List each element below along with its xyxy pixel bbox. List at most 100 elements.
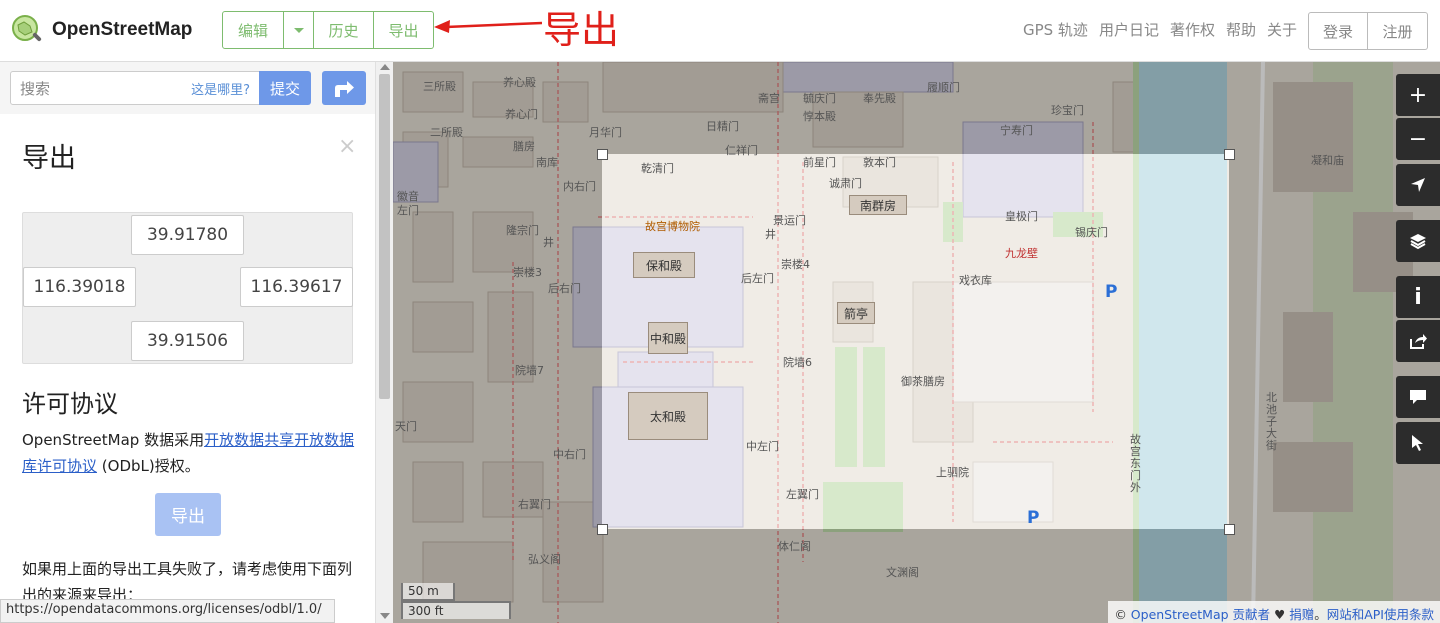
label-qianxingmen: 前星门 xyxy=(803,156,836,169)
east-lon-input[interactable]: 116.39617 xyxy=(240,267,353,307)
label-suoting: 膳房 xyxy=(513,140,535,153)
map-info-button[interactable]: i xyxy=(1396,276,1440,318)
signup-button[interactable]: 注册 xyxy=(1368,12,1428,50)
export-button[interactable]: 导出 xyxy=(155,493,221,536)
export-panel-title: 导出 xyxy=(22,143,76,174)
search-input[interactable]: 搜索 这是哪里? xyxy=(10,71,260,105)
layers-button[interactable] xyxy=(1396,220,1440,262)
hall-nanqun[interactable]: 南群房 xyxy=(849,195,907,215)
north-lat-input[interactable]: 39.91780 xyxy=(131,215,244,255)
terms-link[interactable]: 网站和API使用条款 xyxy=(1327,607,1434,622)
note-icon xyxy=(1410,390,1426,404)
label-zhongyoumen: 中右门 xyxy=(553,448,586,461)
copyright-symbol: © xyxy=(1114,607,1131,622)
secondary-nav: GPS 轨迹 用户日记 著作权 帮助 关于 xyxy=(1023,19,1297,40)
tab-history[interactable]: 历史 xyxy=(314,11,374,49)
label-beichizi: 北池子大街 xyxy=(1266,391,1277,452)
license-prefix: OpenStreetMap 数据采用 xyxy=(22,431,205,449)
where-is-this-link[interactable]: 这是哪里? xyxy=(191,79,250,98)
license-suffix: (ODbL)授权。 xyxy=(97,457,200,475)
label-houyoumen: 后右门 xyxy=(548,282,581,295)
label-zhaigong: 斋宫 xyxy=(758,92,780,105)
selection-handle-nw[interactable] xyxy=(597,149,608,160)
hall-jianting[interactable]: 箭亭 xyxy=(837,302,875,324)
label-jingyunmen: 景运门 xyxy=(773,214,806,227)
donate-link[interactable]: 捐赠 xyxy=(1289,607,1314,622)
selection-handle-se[interactable] xyxy=(1224,524,1235,535)
search-placeholder: 搜索 xyxy=(20,79,51,98)
hall-baohe[interactable]: 保和殿 xyxy=(633,252,695,278)
nav-user-diaries[interactable]: 用户日记 xyxy=(1099,19,1159,40)
label-qianqingmen: 乾清门 xyxy=(641,162,674,175)
status-bar-url: https://opendatacommons.org/licenses/odb… xyxy=(0,599,335,623)
map-canvas[interactable] xyxy=(393,62,1440,623)
sidebar-scrollbar[interactable] xyxy=(375,62,393,623)
attribution-dot: 。 xyxy=(1314,607,1327,622)
annotation-label: 导出 xyxy=(543,8,620,52)
scroll-down-arrow-icon[interactable] xyxy=(380,613,390,619)
directions-button[interactable] xyxy=(322,71,366,105)
tab-edit[interactable]: 编辑 xyxy=(222,11,284,49)
label-houzuomen: 后左门 xyxy=(741,272,774,285)
label-jiulongbi: 九龙壁 xyxy=(1005,247,1038,260)
south-lat-input[interactable]: 39.91506 xyxy=(131,321,244,361)
label-gugongdong: 故宫东门外 xyxy=(1130,433,1141,494)
auth-buttons: 登录 注册 xyxy=(1308,12,1428,50)
scroll-thumb[interactable] xyxy=(379,74,390,399)
locate-button[interactable] xyxy=(1396,164,1440,206)
zoom-in-button[interactable]: + xyxy=(1396,74,1440,116)
label-shangsiyuan: 上驷院 xyxy=(936,466,969,479)
heart-icon: ♥ xyxy=(1270,607,1290,622)
caret-down-icon xyxy=(293,27,304,33)
label-yuchashanfang: 御茶膳房 xyxy=(901,375,945,388)
login-button[interactable]: 登录 xyxy=(1308,12,1368,50)
label-fengxiandian: 奉先殿 xyxy=(863,92,896,105)
label-longzongmen: 隆宗门 xyxy=(506,224,539,237)
label-yuanqiang7: 院墙7 xyxy=(515,364,544,377)
nav-gps-traces[interactable]: GPS 轨迹 xyxy=(1023,19,1088,40)
tab-export[interactable]: 导出 xyxy=(374,11,434,49)
scroll-up-arrow-icon[interactable] xyxy=(380,64,390,70)
label-hongyige: 弘义阁 xyxy=(528,553,561,566)
label-yuehua: 月华门 xyxy=(589,126,622,139)
label-xiyichu: 戏衣库 xyxy=(959,274,992,287)
zoom-out-button[interactable]: − xyxy=(1396,118,1440,160)
add-note-button[interactable] xyxy=(1396,376,1440,418)
scale-metric: 50 m xyxy=(401,583,455,601)
osm-logo-icon xyxy=(12,15,42,42)
label-zhenbaomen: 珍宝门 xyxy=(1051,104,1084,117)
label-rijing: 日精门 xyxy=(706,120,739,133)
label-nanku: 南库 xyxy=(536,156,558,169)
label-gugong: 故宫博物院 xyxy=(645,220,700,233)
label-jing2: 井 xyxy=(765,228,776,241)
query-features-button[interactable] xyxy=(1396,422,1440,464)
selection-handle-ne[interactable] xyxy=(1224,149,1235,160)
directions-icon xyxy=(335,81,354,97)
edit-dropdown-button[interactable] xyxy=(284,11,314,49)
label-neiyoumen: 内右门 xyxy=(563,180,596,193)
share-button[interactable] xyxy=(1396,320,1440,362)
label-huangjimen: 皇极门 xyxy=(1005,210,1038,223)
query-cursor-icon xyxy=(1412,435,1423,451)
west-lon-input[interactable]: 116.39018 xyxy=(23,267,136,307)
logo[interactable]: OpenStreetMap xyxy=(10,13,192,47)
osm-contributors-link[interactable]: OpenStreetMap 贡献者 xyxy=(1131,607,1270,622)
label-huiyinzuo: 徽音左门 xyxy=(397,190,419,217)
close-icon[interactable]: × xyxy=(338,134,356,159)
annotation-arrow-icon xyxy=(434,20,542,33)
label-jiumen: 凝和庙 xyxy=(1311,154,1344,167)
map[interactable]: 保和殿 中和殿 太和殿 箭亭 南群房 三所殿 养心殿 养心门 二所殿 膳房 南库… xyxy=(393,62,1440,623)
nav-copyright[interactable]: 著作权 xyxy=(1170,19,1215,40)
nav-help[interactable]: 帮助 xyxy=(1226,19,1256,40)
locate-arrow-icon xyxy=(1411,178,1425,192)
nav-about[interactable]: 关于 xyxy=(1267,19,1297,40)
label-renxiangmen: 仁祥门 xyxy=(725,144,758,157)
hall-taihe[interactable]: 太和殿 xyxy=(628,392,708,440)
map-attribution: © OpenStreetMap 贡献者 ♥ 捐赠。网站和API使用条款 xyxy=(1108,601,1440,623)
label-ersuodian: 二所殿 xyxy=(430,126,463,139)
search-submit-button[interactable]: 提交 xyxy=(259,71,311,105)
label-chonglou4: 崇楼4 xyxy=(781,258,810,271)
hall-zhonghe[interactable]: 中和殿 xyxy=(648,322,688,354)
selection-handle-sw[interactable] xyxy=(597,524,608,535)
label-tianmen: 天门 xyxy=(395,420,417,433)
